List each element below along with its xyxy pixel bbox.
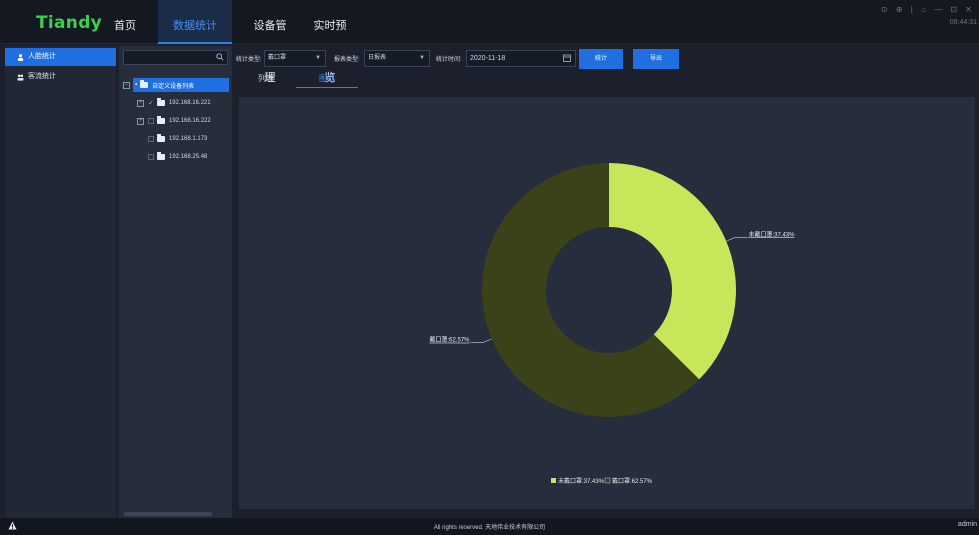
status-bar: All rights reserved. 天地伟业技术有限公司 admin: [0, 518, 979, 535]
expand-icon[interactable]: +: [137, 99, 144, 107]
stat-type-select[interactable]: 戴口罩 ▼: [264, 50, 326, 67]
stat-type-value: 戴口罩: [268, 55, 287, 61]
legend-swatch: [551, 478, 556, 483]
legend-label: 戴口罩:62.57%: [612, 477, 653, 485]
report-type-value: 日报表: [368, 55, 387, 61]
tree-node-label: 192.168.16.221: [168, 100, 211, 106]
stat-type-label: 统计类型:: [236, 57, 262, 63]
chevron-down-icon: ▼: [315, 55, 321, 61]
folder-icon: [156, 98, 165, 106]
sidebar: 人脸统计 客流统计: [5, 46, 116, 518]
checkbox[interactable]: [148, 118, 154, 124]
slice-label: 戴口罩:62.57%: [430, 336, 471, 344]
sidebar-item-label: 人脸统计: [28, 53, 56, 60]
filter-toolbar: 统计类型: 戴口罩 ▼ 报表类型: 日报表 ▼ 统计时间: 2020-11-18…: [236, 49, 976, 69]
current-user[interactable]: admin: [958, 521, 977, 528]
calendar-icon[interactable]: [563, 54, 571, 62]
report-type-select[interactable]: 日报表 ▼: [364, 50, 430, 67]
slice-leader-line: [470, 338, 492, 344]
donut-slice[interactable]: [609, 163, 736, 380]
folder-icon: [157, 134, 165, 142]
sidebar-item-label: 客流统计: [28, 73, 56, 80]
stat-button[interactable]: 统计: [579, 49, 623, 69]
main-nav: 首页 数据统计 设备管理 实时预览: [105, 0, 358, 84]
checkbox[interactable]: [148, 154, 154, 160]
horizontal-scrollbar[interactable]: [124, 512, 212, 516]
app-window: Tiandy 首页 数据统计 设备管理 实时预览 ⊙ ⊕ | ⌂ — ⊡ ✕ 0…: [0, 0, 979, 535]
tree-node-label: 自定义设备列表: [152, 83, 195, 90]
search-icon[interactable]: [216, 53, 224, 61]
nav-statistics[interactable]: 数据统计: [158, 0, 232, 44]
slice-label: 未戴口罩:37.43%: [748, 230, 795, 238]
top-bar: Tiandy 首页 数据统计 设备管理 实时预览 ⊙ ⊕ | ⌂ — ⊡ ✕ 0…: [0, 0, 979, 84]
clock: 08:44:31: [949, 19, 977, 26]
copyright-text: All rights reserved. 天地伟业技术有限公司: [433, 525, 546, 531]
folder-icon: [157, 116, 165, 124]
collapse-icon[interactable]: −: [123, 81, 130, 89]
nav-home[interactable]: 首页: [105, 0, 145, 44]
people-icon: [17, 73, 24, 81]
nav-live-preview[interactable]: 实时预览: [302, 0, 358, 84]
export-button[interactable]: 导出: [633, 49, 679, 69]
tree-node-label: 192.168.16.222: [169, 118, 211, 124]
donut-chart: 未戴口罩:37.43% 戴口罩:62.57% 未戴口罩:37.43% 戴口罩:62.5…: [430, 163, 795, 485]
tree-node[interactable]: + 192.168.16.222: [137, 114, 211, 128]
folder-icon: [140, 80, 149, 88]
chevron-down-icon: ▼: [419, 55, 425, 61]
app-logo: Tiandy: [36, 13, 103, 33]
tree-node-label: 192.168.1.173: [169, 136, 208, 142]
stat-time-value: 2020-11-18: [470, 55, 506, 62]
view-tabs: 列表 图形: [236, 70, 976, 88]
slice-leader-line: [726, 236, 748, 242]
tab-chart[interactable]: 图形: [319, 73, 335, 84]
report-type-label: 报表类型:: [334, 57, 360, 63]
legend-label: 未戴口罩:37.43%: [558, 477, 605, 485]
check-icon[interactable]: ▪: [135, 82, 137, 88]
tree-node[interactable]: + ✓ 192.168.16.221: [137, 96, 211, 110]
window-controls[interactable]: ⊙ ⊕ | ⌂ — ⊡ ✕: [881, 5, 975, 14]
stat-time-input[interactable]: 2020-11-18: [466, 50, 576, 67]
check-icon[interactable]: ✓: [148, 99, 154, 107]
legend-swatch: [604, 477, 611, 484]
tree-node[interactable]: 192.168.1.173: [148, 132, 207, 146]
device-search-input[interactable]: [123, 50, 228, 65]
device-tree-panel: − ▪ 自定义设备列表 + ✓ 192.168.16.221 + 192.168…: [119, 46, 232, 518]
stat-time-label: 统计时间:: [436, 57, 462, 63]
person-icon: [17, 53, 24, 61]
expand-icon[interactable]: +: [137, 117, 144, 125]
nav-device-management[interactable]: 设备管理: [242, 0, 298, 84]
sidebar-item-flow-stats[interactable]: 客流统计: [5, 68, 116, 86]
tree-node-root[interactable]: ▪ 自定义设备列表: [133, 78, 229, 92]
tree-node[interactable]: 192.168.25.48: [148, 150, 207, 164]
tree-node-label: 192.168.25.48: [169, 154, 208, 160]
folder-icon: [157, 152, 165, 160]
chart-panel: 未戴口罩:37.43% 戴口罩:62.57% 未戴口罩:37.43% 戴口罩:62.5…: [239, 97, 975, 509]
tab-list[interactable]: 列表: [258, 73, 274, 84]
active-tab-indicator: [296, 87, 358, 88]
sidebar-item-face-stats[interactable]: 人脸统计: [5, 48, 116, 66]
checkbox[interactable]: [148, 136, 154, 142]
